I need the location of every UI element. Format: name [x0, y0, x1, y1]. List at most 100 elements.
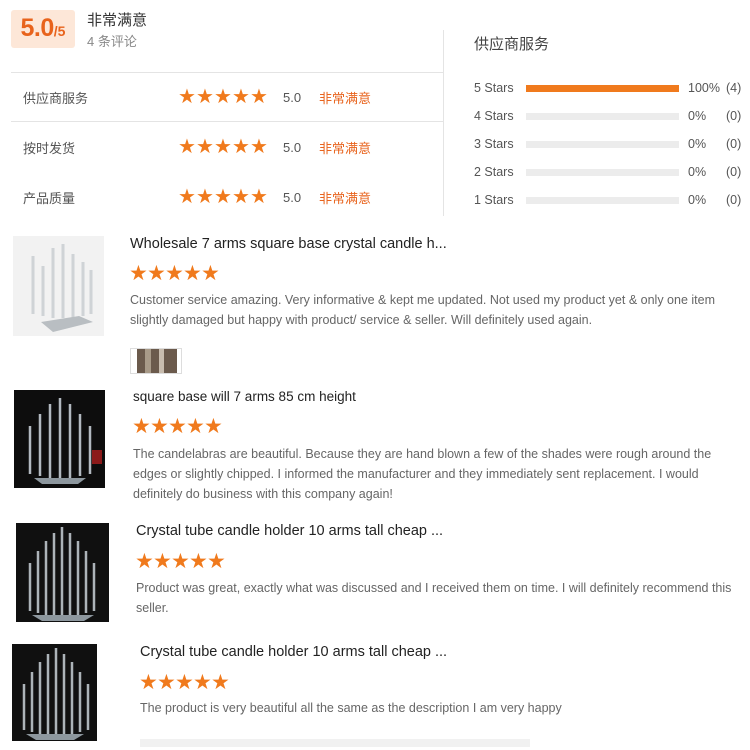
- rating-stars: ★ ★ ★ ★ ★: [178, 187, 268, 207]
- star-distribution-row[interactable]: 4 Stars 0% (0): [474, 107, 741, 125]
- star-icon: ★: [232, 136, 250, 158]
- star-icon: ★: [196, 86, 214, 108]
- distribution-count: (0): [726, 109, 742, 123]
- review-count[interactable]: 4 条评论: [87, 31, 137, 50]
- divider: [11, 72, 443, 73]
- divider: [140, 739, 530, 747]
- star-icon: ★: [183, 262, 202, 285]
- product-thumbnail[interactable]: [16, 523, 109, 622]
- review-rating-stars: ★ ★ ★ ★ ★: [139, 671, 230, 694]
- review-product-title[interactable]: Crystal tube candle holder 10 arms tall …: [140, 644, 447, 660]
- service-rating-row: 按时发货 ★ ★ ★ ★ ★ 5.0 非常满意: [23, 135, 371, 159]
- review-product-title[interactable]: square base will 7 arms 85 cm height: [133, 389, 356, 404]
- review-product-title[interactable]: Wholesale 7 arms square base crystal can…: [130, 236, 447, 252]
- star-icon: ★: [168, 415, 187, 438]
- review-text: The candelabras are beautiful. Because t…: [133, 447, 712, 501]
- star-icon: ★: [232, 186, 250, 208]
- star-icon: ★: [153, 550, 172, 573]
- service-name: 供应商服务: [23, 90, 89, 106]
- service-level: 非常满意: [319, 140, 372, 156]
- distribution-title: 供应商服务: [474, 36, 550, 53]
- star-distribution-row[interactable]: 5 Stars 100% (4): [474, 79, 741, 97]
- product-photo-dark-candelabra-icon: [12, 644, 97, 741]
- star-icon: ★: [157, 671, 176, 694]
- service-level: 非常满意: [319, 190, 372, 206]
- distribution-count: (4): [726, 81, 742, 95]
- star-icon: ★: [189, 550, 208, 573]
- service-rating-row: 供应商服务 ★ ★ ★ ★ ★ 5.0 非常满意: [23, 85, 371, 109]
- distribution-percent: 0%: [688, 165, 707, 179]
- distribution-count: (0): [726, 193, 742, 207]
- distribution-bar: [526, 196, 679, 204]
- star-icon: ★: [214, 86, 232, 108]
- review-rating-stars: ★ ★ ★ ★ ★: [129, 262, 220, 285]
- star-icon: ★: [232, 86, 250, 108]
- review-product-title[interactable]: Crystal tube candle holder 10 arms tall …: [136, 523, 443, 539]
- distribution-bar: [526, 140, 679, 148]
- star-icon: ★: [178, 86, 196, 108]
- overall-score: 5.0: [20, 14, 55, 42]
- service-score: 5.0: [283, 139, 302, 155]
- star-level-label: 4 Stars: [474, 109, 514, 123]
- product-photo-white-candelabra-icon: [13, 236, 104, 336]
- star-icon: ★: [211, 671, 230, 694]
- service-rating-row: 产品质量 ★ ★ ★ ★ ★ 5.0 非常满意: [23, 185, 371, 209]
- star-distribution-row[interactable]: 3 Stars 0% (0): [474, 135, 741, 153]
- review-text: Customer service amazing. Very informati…: [130, 293, 715, 327]
- divider: [11, 121, 443, 122]
- star-level-label: 2 Stars: [474, 165, 514, 179]
- overall-score-badge: 5.0 /5: [11, 10, 75, 48]
- service-level: 非常满意: [319, 90, 372, 106]
- service-name: 产品质量: [23, 190, 76, 206]
- review-text: Product was great, exactly what was disc…: [136, 581, 732, 615]
- star-icon: ★: [178, 186, 196, 208]
- rating-stars: ★ ★ ★ ★ ★: [178, 87, 268, 107]
- star-icon: ★: [250, 86, 268, 108]
- divider: [443, 30, 444, 216]
- overall-score-max: /5: [53, 23, 66, 39]
- distribution-bar: [526, 84, 679, 92]
- star-icon: ★: [147, 262, 166, 285]
- star-level-label: 3 Stars: [474, 137, 514, 151]
- attached-photo-icon: [131, 349, 181, 373]
- service-score: 5.0: [283, 89, 302, 105]
- distribution-bar: [526, 168, 679, 176]
- star-icon: ★: [175, 671, 194, 694]
- star-icon: ★: [178, 136, 196, 158]
- star-icon: ★: [196, 136, 214, 158]
- star-icon: ★: [150, 415, 169, 438]
- star-distribution-row[interactable]: 1 Stars 0% (0): [474, 191, 741, 209]
- star-icon: ★: [196, 186, 214, 208]
- star-icon: ★: [139, 671, 158, 694]
- star-level-label: 5 Stars: [474, 81, 514, 95]
- distribution-count: (0): [726, 137, 742, 151]
- overall-level-label: 非常满意: [87, 12, 148, 29]
- product-photo-dark-candelabra-icon: [14, 390, 105, 488]
- star-icon: ★: [171, 550, 190, 573]
- star-icon: ★: [214, 186, 232, 208]
- star-icon: ★: [129, 262, 148, 285]
- distribution-percent: 100%: [688, 81, 720, 95]
- review-rating-stars: ★ ★ ★ ★ ★: [132, 415, 223, 438]
- product-thumbnail[interactable]: [14, 390, 105, 488]
- star-distribution-row[interactable]: 2 Stars 0% (0): [474, 163, 741, 181]
- distribution-percent: 0%: [688, 137, 707, 151]
- star-icon: ★: [214, 136, 232, 158]
- star-icon: ★: [250, 186, 268, 208]
- star-icon: ★: [201, 262, 220, 285]
- service-score: 5.0: [283, 189, 302, 205]
- star-icon: ★: [204, 415, 223, 438]
- distribution-percent: 0%: [688, 109, 707, 123]
- review-attached-photo[interactable]: [130, 348, 182, 374]
- star-icon: ★: [132, 415, 151, 438]
- star-icon: ★: [193, 671, 212, 694]
- review-text: The product is very beautiful all the sa…: [140, 701, 562, 715]
- product-thumbnail[interactable]: [13, 236, 104, 336]
- rating-stars: ★ ★ ★ ★ ★: [178, 137, 268, 157]
- star-icon: ★: [250, 136, 268, 158]
- distribution-count: (0): [726, 165, 742, 179]
- star-level-label: 1 Stars: [474, 193, 514, 207]
- product-thumbnail[interactable]: [12, 644, 97, 741]
- star-icon: ★: [207, 550, 226, 573]
- distribution-bar: [526, 112, 679, 120]
